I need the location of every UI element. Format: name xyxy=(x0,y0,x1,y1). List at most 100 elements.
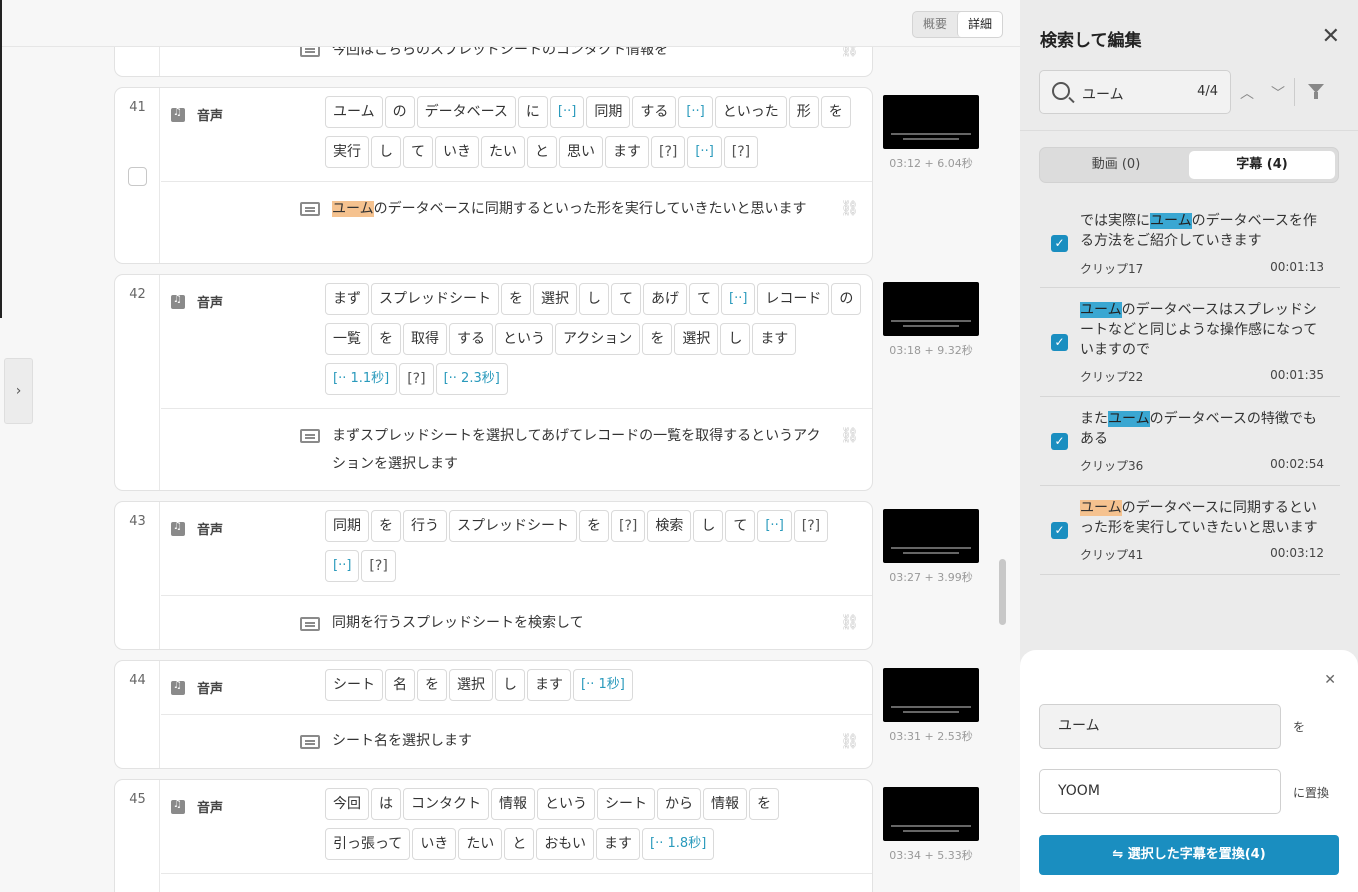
word-token[interactable]: を xyxy=(579,510,609,542)
word-token[interactable]: たい xyxy=(458,828,503,860)
word-token[interactable]: て xyxy=(403,136,433,168)
word-token[interactable]: といった xyxy=(714,96,787,128)
word-token[interactable]: [?] xyxy=(651,136,686,168)
word-token[interactable]: て xyxy=(725,510,756,542)
word-token[interactable]: [?] xyxy=(399,363,434,395)
subtitle-row[interactable]: シート名を選択します ⛓ xyxy=(161,715,872,768)
subtitle-text[interactable]: シート名を選択します xyxy=(332,727,832,755)
result-checkbox[interactable]: ✓ xyxy=(1051,334,1068,351)
replace-input[interactable]: YOOM xyxy=(1039,769,1281,814)
word-token[interactable]: [··] xyxy=(549,96,585,128)
word-token[interactable]: シート xyxy=(597,788,655,820)
word-token[interactable]: あげ xyxy=(643,283,687,315)
word-token[interactable]: [·· 2.3秒] xyxy=(435,363,508,395)
word-token[interactable]: 情報 xyxy=(703,788,747,820)
word-token[interactable]: スプレッドシート xyxy=(449,510,577,542)
word-token[interactable]: と xyxy=(504,828,535,860)
word-token[interactable]: ます xyxy=(752,323,797,355)
word-token[interactable]: て xyxy=(611,283,641,315)
subtitle-text[interactable]: 同期を行うスプレッドシートを検索して xyxy=(332,609,832,637)
subtitle-row[interactable]: ユームのデータベースに同期するといった形を実行していきたいと思います ⛓ xyxy=(161,182,872,263)
word-token[interactable]: 実行 xyxy=(325,136,369,168)
link-icon[interactable]: ⛓ xyxy=(840,199,859,217)
close-icon[interactable]: ✕ xyxy=(1324,672,1336,688)
word-token[interactable]: コンタクト xyxy=(403,788,489,820)
word-token[interactable]: し xyxy=(371,136,401,168)
word-token[interactable]: まず xyxy=(325,283,369,315)
detail-view-button[interactable]: 詳細 xyxy=(956,12,1002,37)
word-token[interactable]: 同期 xyxy=(586,96,631,128)
word-token[interactable]: の xyxy=(831,283,862,315)
word-token[interactable]: おもい xyxy=(536,828,595,860)
word-token[interactable]: スプレッドシート xyxy=(371,283,499,315)
word-token[interactable]: 取得 xyxy=(403,323,447,355)
word-token[interactable]: [·· 1.1秒] xyxy=(325,363,398,395)
word-token[interactable]: を xyxy=(371,323,401,355)
word-token[interactable]: する xyxy=(632,96,677,128)
subtitle-row[interactable]: まずスプレッドシートを選択してあげてレコードの一覧を取得するというアクションを選… xyxy=(161,409,872,490)
search-result-item[interactable]: ✓ では実際にユームのデータベースを作る方法をご紹介していきます クリップ17 … xyxy=(1040,198,1340,288)
clip-thumbnail[interactable] xyxy=(883,509,979,563)
word-token[interactable]: 思い xyxy=(559,136,603,168)
word-token[interactable]: 今回 xyxy=(325,788,369,820)
word-token[interactable]: て xyxy=(689,283,719,315)
word-token[interactable]: を xyxy=(642,323,673,355)
clip-thumbnail[interactable] xyxy=(883,95,979,149)
clip-thumbnail[interactable] xyxy=(883,282,979,336)
word-token[interactable]: ます xyxy=(596,828,641,860)
word-token[interactable]: [?] xyxy=(793,510,829,542)
search-result-item[interactable]: ✓ またユームのデータベースの特徴でもある クリップ36 00:02:54 xyxy=(1040,397,1340,486)
clip-checkbox[interactable] xyxy=(128,167,147,186)
result-checkbox[interactable]: ✓ xyxy=(1051,522,1068,539)
close-icon[interactable]: ✕ xyxy=(1322,26,1340,48)
word-token[interactable]: [·· 1.8秒] xyxy=(642,828,715,860)
result-checkbox[interactable]: ✓ xyxy=(1051,235,1068,252)
search-result-item[interactable]: ✓ ユームのデータベースはスプレッドシートなどと同じような操作感になっていますの… xyxy=(1040,288,1340,397)
word-token[interactable]: を xyxy=(501,283,531,315)
filter-icon[interactable] xyxy=(1308,84,1324,99)
word-token[interactable]: し xyxy=(495,669,525,701)
link-icon[interactable]: ⛓ xyxy=(840,426,859,444)
word-token[interactable]: 一覧 xyxy=(325,323,369,355)
find-input[interactable]: ユーム xyxy=(1039,704,1281,749)
summary-view-button[interactable]: 概要 xyxy=(913,12,957,37)
word-token[interactable]: [?] xyxy=(611,510,646,542)
word-token[interactable]: は xyxy=(371,788,401,820)
chevron-down-icon[interactable]: ﹀ xyxy=(1271,83,1285,103)
word-token[interactable]: から xyxy=(657,788,701,820)
word-token[interactable]: データベース xyxy=(416,96,516,128)
word-token[interactable]: [··] xyxy=(678,96,713,128)
subtitle-text[interactable]: まずスプレッドシートを選択してあげてレコードの一覧を取得するというアクションを選… xyxy=(332,422,832,478)
expand-sidebar-button[interactable]: › xyxy=(4,358,33,424)
search-value[interactable]: ユーム xyxy=(1082,84,1124,104)
word-token[interactable]: を xyxy=(820,96,851,128)
tab-video[interactable]: 動画 (0) xyxy=(1043,151,1189,179)
word-token[interactable]: し xyxy=(579,283,609,315)
word-token[interactable]: し xyxy=(720,323,751,355)
word-token[interactable]: する xyxy=(449,323,493,355)
result-checkbox[interactable]: ✓ xyxy=(1051,433,1068,450)
word-token[interactable]: に xyxy=(517,96,548,128)
word-token[interactable]: いき xyxy=(412,828,457,860)
word-token[interactable]: を xyxy=(371,510,401,542)
word-token[interactable]: 選択 xyxy=(449,669,493,701)
word-token[interactable]: 情報 xyxy=(491,788,535,820)
word-token[interactable]: と xyxy=(527,136,557,168)
replace-selected-button[interactable]: ⇋ 選択した字幕を置換(4) xyxy=(1039,835,1339,875)
word-token[interactable]: ます xyxy=(527,669,571,701)
word-token[interactable]: 形 xyxy=(788,96,819,128)
word-token[interactable]: [?] xyxy=(723,136,759,168)
view-toggle[interactable]: 概要 詳細 xyxy=(911,11,1003,38)
word-token[interactable]: [?] xyxy=(361,550,396,582)
word-token[interactable]: ます xyxy=(605,136,649,168)
word-token[interactable]: という xyxy=(537,788,595,820)
word-token[interactable]: レコード xyxy=(757,283,830,315)
word-token[interactable]: 引っ張って xyxy=(325,828,411,860)
word-token[interactable]: 同期 xyxy=(325,510,369,542)
word-token[interactable]: という xyxy=(495,323,553,355)
word-token[interactable]: 名 xyxy=(385,669,415,701)
word-token[interactable]: [·· 1秒] xyxy=(573,669,633,701)
word-token[interactable]: シート xyxy=(325,669,383,701)
subtitle-text[interactable]: ユームのデータベースに同期するといった形を実行していきたいと思います xyxy=(332,195,832,223)
word-token[interactable]: を xyxy=(749,788,779,820)
